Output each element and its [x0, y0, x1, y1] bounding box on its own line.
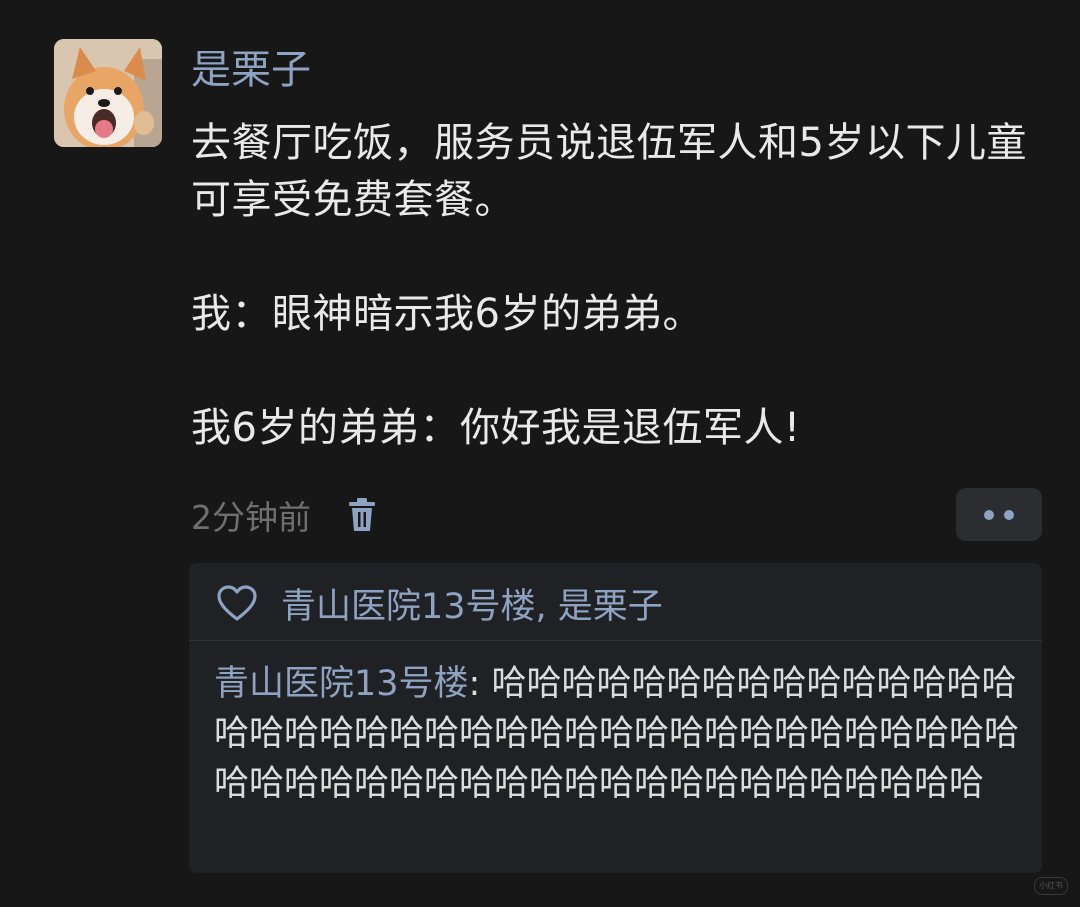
delete-button[interactable] [345, 495, 379, 535]
more-dots-icon [984, 509, 994, 520]
avatar[interactable] [54, 39, 162, 147]
post-timestamp: 2分钟前 [191, 498, 311, 537]
heart-icon[interactable] [215, 583, 259, 623]
trash-icon [349, 498, 375, 531]
reply-user[interactable]: 青山医院13号楼 [214, 664, 469, 704]
post-author[interactable]: 是栗子 [191, 44, 311, 96]
watermark-logo: 小红书 [1034, 877, 1068, 895]
reply-separator: : [468, 664, 492, 704]
likes-names[interactable]: 青山医院13号楼, 是栗子 [281, 578, 663, 629]
more-button[interactable] [956, 488, 1042, 541]
post-text-line: 我6岁的弟弟：你好我是退伍军人! [191, 405, 801, 451]
likes-row: 青山医院13号楼, 是栗子 [215, 579, 663, 627]
more-dots-icon [1004, 509, 1014, 520]
reply-comment: 青山医院13号楼: 哈哈哈哈哈哈哈哈哈哈哈哈哈哈哈哈哈哈哈哈哈哈哈哈哈哈哈哈哈哈… [214, 659, 1036, 809]
post-text-line: 去餐厅吃饭，服务员说退伍军人和5岁以下儿童可享受免费套餐。 [191, 120, 1027, 223]
post-meta: 2分钟前 [191, 492, 379, 538]
divider [189, 640, 1042, 641]
post-content: 去餐厅吃饭，服务员说退伍军人和5岁以下儿童可享受免费套餐。 我：眼神暗示我6岁的… [191, 115, 1031, 457]
interaction-panel: 青山医院13号楼, 是栗子 青山医院13号楼: 哈哈哈哈哈哈哈哈哈哈哈哈哈哈哈哈… [189, 563, 1042, 873]
shiba-dog-avatar-icon [54, 39, 162, 147]
post-text-line: 我：眼神暗示我6岁的弟弟。 [191, 291, 703, 337]
